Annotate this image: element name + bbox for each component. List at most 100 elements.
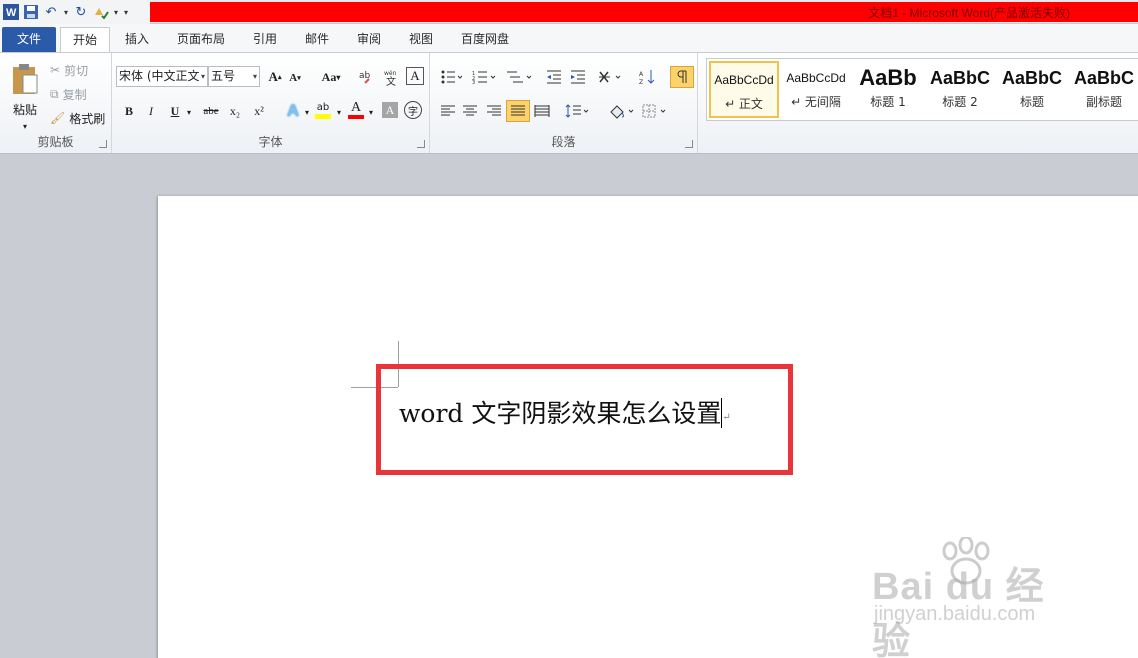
tab-insert[interactable]: 插入	[114, 27, 160, 52]
grow-font-icon[interactable]: A ▴	[266, 67, 284, 87]
font-size-select[interactable]: 五号 ▾	[208, 66, 260, 87]
tab-references[interactable]: 引用	[242, 27, 288, 52]
scissors-icon: ✂	[50, 63, 61, 77]
style-title[interactable]: AaBbC 标题	[997, 61, 1067, 118]
watermark-sub-text: jingyan.baidu.com	[874, 603, 1036, 625]
italic-button[interactable]: I	[142, 101, 160, 121]
chevron-down-icon: ▾	[336, 72, 341, 82]
paste-button[interactable]: 粘贴 ▾	[6, 57, 44, 137]
style-title-sample: AaBbC	[1001, 68, 1062, 88]
show-hide-marks-icon[interactable]	[670, 66, 694, 88]
align-center-icon[interactable]	[460, 101, 480, 121]
style-heading-2[interactable]: AaBbC 标题 2	[925, 61, 995, 118]
align-left-icon[interactable]	[438, 101, 458, 121]
style-normal-name: ↵ 正文	[725, 97, 763, 111]
text-effects-dropdown-icon[interactable]: ▾	[302, 103, 312, 121]
change-case-button[interactable]: Aa ▾	[318, 67, 344, 87]
bold-button[interactable]: B	[120, 101, 138, 121]
font-color-dropdown-icon[interactable]: ▾	[366, 103, 376, 121]
customize-qat-icon[interactable]: ▾	[122, 3, 130, 21]
increase-indent-icon[interactable]	[568, 67, 588, 87]
text-effects-icon[interactable]: A	[282, 100, 304, 122]
document-text[interactable]: word 文字阴影效果怎么设置↵	[399, 394, 731, 430]
font-launcher-icon[interactable]	[417, 140, 425, 148]
numbering-icon[interactable]: 123	[470, 67, 498, 87]
font-group-label: 字体	[258, 135, 283, 149]
chinese-layout-icon[interactable]	[596, 67, 624, 87]
distributed-icon[interactable]	[532, 101, 552, 121]
enclose-characters-icon[interactable]: 字	[404, 101, 422, 119]
tab-page-layout[interactable]: 页面布局	[166, 27, 236, 52]
tab-review[interactable]: 审阅	[346, 27, 392, 52]
font-size-value: 五号	[211, 69, 236, 83]
copy-icon: ⧉	[50, 86, 59, 101]
sort-icon[interactable]: AZ	[638, 67, 658, 87]
cut-button[interactable]: ✂ 剪切	[50, 61, 88, 79]
spelling-dropdown-icon[interactable]: ▾	[112, 3, 120, 21]
character-shading-icon[interactable]: A	[382, 102, 398, 118]
subscript-button[interactable]: x₂	[226, 101, 244, 121]
font-group: 宋体 (中文正文 ▾ 五号 ▾ A ▴ A ▾ Aa ▾ ab wén 文 A B I U …	[112, 53, 430, 153]
format-painter-button[interactable]: 🖌 格式刷	[50, 109, 105, 127]
superscript-button[interactable]: x²	[250, 101, 268, 121]
copy-button[interactable]: ⧉ 复制	[50, 85, 87, 103]
justify-icon[interactable]	[506, 100, 530, 122]
redo-icon[interactable]: ↻	[72, 3, 90, 21]
font-color-icon[interactable]: A	[346, 99, 366, 121]
shrink-font-icon[interactable]: A ▾	[286, 69, 304, 87]
quick-access-toolbar: W ↶ ▾ ↻ ▾ ▾	[0, 0, 150, 24]
undo-dropdown-icon[interactable]: ▾	[62, 3, 70, 21]
clear-formatting-icon[interactable]: ab	[358, 67, 378, 87]
clipboard-icon	[13, 64, 38, 94]
svg-text:Z: Z	[639, 79, 643, 85]
font-name-select[interactable]: 宋体 (中文正文 ▾	[116, 66, 208, 87]
paragraph-launcher-icon[interactable]	[685, 140, 693, 148]
clipboard-group-label: 剪贴板	[37, 135, 74, 149]
change-case-label: Aa	[321, 69, 337, 84]
tab-baidu-netdisk[interactable]: 百度网盘	[450, 27, 520, 52]
svg-text:文: 文	[386, 75, 396, 86]
paragraph-group-label: 段落	[551, 135, 576, 149]
clipboard-launcher-icon[interactable]	[99, 140, 107, 148]
style-heading-2-sample: AaBbC	[929, 68, 990, 88]
spelling-icon[interactable]	[92, 3, 110, 21]
decrease-indent-icon[interactable]	[544, 67, 564, 87]
highlight-dropdown-icon[interactable]: ▾	[334, 103, 344, 121]
undo-icon[interactable]: ↶	[42, 3, 60, 21]
borders-icon[interactable]	[640, 101, 670, 121]
tab-mailings[interactable]: 邮件	[294, 27, 340, 52]
styles-gallery: AaBbCcDd ↵ 正文 AaBbCcDd ↵ 无间隔 AaBb 标题 1 A…	[706, 58, 1138, 121]
style-heading-1[interactable]: AaBb 标题 1	[853, 61, 923, 118]
underline-dropdown-icon[interactable]: ▾	[184, 103, 194, 121]
style-normal[interactable]: AaBbCcDd ↵ 正文	[709, 61, 779, 118]
tab-home[interactable]: 开始	[60, 27, 110, 52]
style-no-spacing[interactable]: AaBbCcDd ↵ 无间隔	[781, 61, 851, 118]
multilevel-list-icon[interactable]	[504, 67, 534, 87]
style-subtitle-name: 副标题	[1085, 95, 1122, 109]
paste-label: 粘贴	[12, 103, 37, 117]
shading-icon[interactable]	[606, 101, 636, 121]
phonetic-guide-icon[interactable]: wén 文	[382, 67, 402, 87]
underline-button[interactable]: U	[166, 101, 184, 121]
paragraph-mark-icon: ↵	[722, 412, 731, 423]
document-text-content: word 文字阴影效果怎么设置	[399, 399, 722, 428]
paragraph-group: 123 AZ 段落	[430, 53, 698, 153]
character-border-icon[interactable]: A	[406, 67, 424, 85]
svg-text:W: W	[6, 7, 17, 19]
style-no-spacing-name: ↵ 无间隔	[791, 95, 841, 109]
style-subtitle[interactable]: AaBbC 副标题	[1069, 61, 1138, 118]
style-title-name: 标题	[1019, 95, 1044, 109]
svg-text:3: 3	[472, 80, 475, 84]
highlight-color-icon[interactable]: ab	[312, 99, 334, 121]
title-bar: W ↶ ▾ ↻ ▾ ▾ 文档1 - Microsoft Word(产品激活失败)	[0, 0, 1138, 24]
baidu-watermark: Bai du 经验 jingyan.baidu.com	[872, 537, 1082, 658]
tab-view[interactable]: 视图	[398, 27, 444, 52]
line-spacing-icon[interactable]	[564, 101, 590, 121]
save-icon[interactable]	[22, 3, 40, 21]
strikethrough-button[interactable]: abe	[200, 101, 222, 121]
chevron-down-icon: ▾	[200, 72, 205, 81]
window-title: 文档1 - Microsoft Word(产品激活失败)	[868, 6, 1070, 20]
tab-file[interactable]: 文件	[2, 27, 56, 52]
bullets-icon[interactable]	[438, 67, 464, 87]
align-right-icon[interactable]	[484, 101, 504, 121]
